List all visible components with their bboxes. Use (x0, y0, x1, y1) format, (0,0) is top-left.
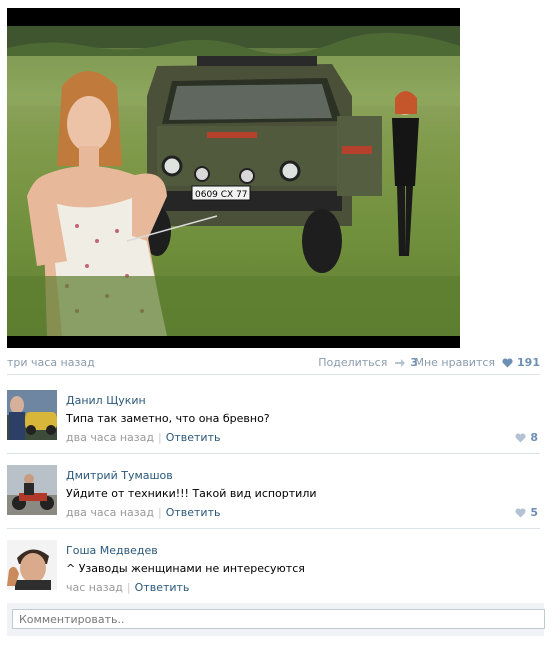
comment-time[interactable]: час назад (66, 581, 123, 594)
comment-author[interactable]: Дмитрий Тумашов (66, 469, 173, 482)
comment-author[interactable]: Данил Щукин (66, 394, 146, 407)
comment-text: ^ Узаводы женщинами не интересуются (66, 562, 305, 575)
comment-item: Дмитрий Тумашов Уйдите от техники!!! Так… (7, 453, 540, 529)
plate-text: 0609 СХ 77 (195, 190, 248, 200)
comment-form (7, 603, 545, 636)
separator: | (126, 581, 131, 594)
like-button[interactable]: Мне нравится 191 (414, 356, 540, 369)
post-photo[interactable]: 0609 СХ 77 (7, 8, 460, 348)
reply-button[interactable]: Ответить (166, 431, 221, 444)
comment-text: Уйдите от техники!!! Такой вид испортили (66, 487, 317, 500)
share-icon (394, 359, 405, 367)
truck: 0609 СХ 77 (143, 56, 382, 273)
post-time[interactable]: три часа назад (7, 356, 95, 369)
photo-image[interactable]: 0609 СХ 77 (7, 26, 460, 336)
reply-button[interactable]: Ответить (135, 581, 190, 594)
comment-like-button[interactable]: 5 (512, 506, 538, 519)
share-label: Поделиться (318, 356, 388, 369)
avatar[interactable] (7, 390, 57, 440)
like-label: Мне нравится (414, 356, 496, 369)
photo-illustration: 0609 СХ 77 (7, 26, 460, 336)
avatar[interactable] (7, 465, 57, 515)
woman-right (392, 91, 419, 256)
share-button[interactable]: Поделиться 3 (318, 356, 418, 369)
like-count: 191 (517, 356, 540, 369)
comment-text: Типа так заметно, что она бревно? (66, 412, 270, 425)
avatar[interactable] (7, 540, 57, 590)
separator: | (157, 431, 162, 444)
reply-button[interactable]: Ответить (166, 506, 221, 519)
comment-like-count: 8 (530, 431, 538, 444)
heart-icon (501, 358, 513, 368)
separator: | (157, 506, 162, 519)
heart-icon (514, 508, 526, 518)
post-meta: три часа назад Поделиться 3 Мне нравится… (7, 352, 540, 375)
comment-time[interactable]: два часа назад (66, 431, 154, 444)
comment-like-button[interactable]: 8 (512, 431, 538, 444)
heart-icon (514, 433, 526, 443)
comment-time[interactable]: два часа назад (66, 506, 154, 519)
comment-input[interactable] (12, 609, 545, 629)
comment-like-count: 5 (530, 506, 538, 519)
comment-item: Гоша Медведев ^ Узаводы женщинами не инт… (7, 528, 540, 603)
comment-item: Данил Щукин Типа так заметно, что она бр… (7, 378, 540, 454)
comment-author[interactable]: Гоша Медведев (66, 544, 158, 557)
